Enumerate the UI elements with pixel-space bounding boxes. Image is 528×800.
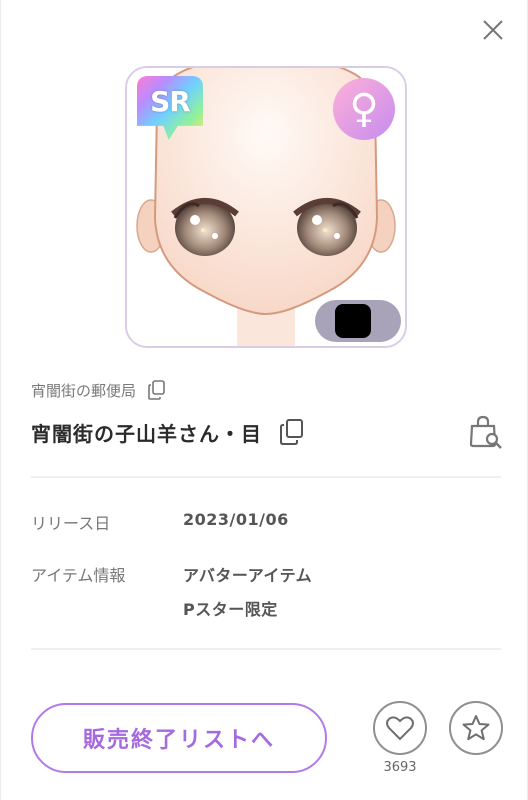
divider: [31, 476, 501, 478]
item-title: 宵闇街の子山羊さん・目: [31, 421, 262, 446]
gender-symbol: ♀: [349, 86, 379, 132]
female-icon: ♀: [333, 78, 395, 140]
copy-icon[interactable]: [148, 380, 166, 400]
item-info-value-type: アバターアイテム: [183, 566, 313, 585]
like-count: 3693: [383, 760, 417, 775]
brand-row: 宵闇街の郵便局: [31, 378, 166, 402]
divider: [31, 648, 501, 650]
copy-icon[interactable]: [280, 419, 304, 445]
rarity-label: SR: [150, 85, 191, 118]
preview-toggle[interactable]: [315, 300, 401, 342]
item-info-value-limited: Pスター限定: [183, 600, 278, 619]
item-info-label: アイテム情報: [31, 566, 126, 585]
favorite-button[interactable]: [449, 701, 503, 755]
star-icon: [462, 715, 490, 741]
item-preview-card: SR ♀: [125, 66, 407, 348]
soldout-list-button[interactable]: 販売終了リストへ: [31, 703, 327, 773]
soldout-list-label: 販売終了リストへ: [82, 728, 275, 753]
like-button[interactable]: [373, 701, 427, 755]
release-date-value: 2023/01/06: [183, 510, 289, 529]
brand-name[interactable]: 宵闇街の郵便局: [31, 380, 136, 401]
title-row: 宵闇街の子山羊さん・目: [31, 416, 304, 448]
close-button[interactable]: [477, 14, 509, 46]
toggle-knob: [335, 304, 371, 338]
shopping-bag-search-icon[interactable]: [467, 414, 503, 450]
heart-icon: [386, 716, 414, 741]
release-date-label: リリース日: [31, 514, 111, 533]
close-icon: [483, 20, 503, 40]
item-detail-panel: SR ♀ 宵闇街の郵便局 宵闇街の子山羊さん・目 リリース日 2023/01/0…: [0, 0, 528, 800]
